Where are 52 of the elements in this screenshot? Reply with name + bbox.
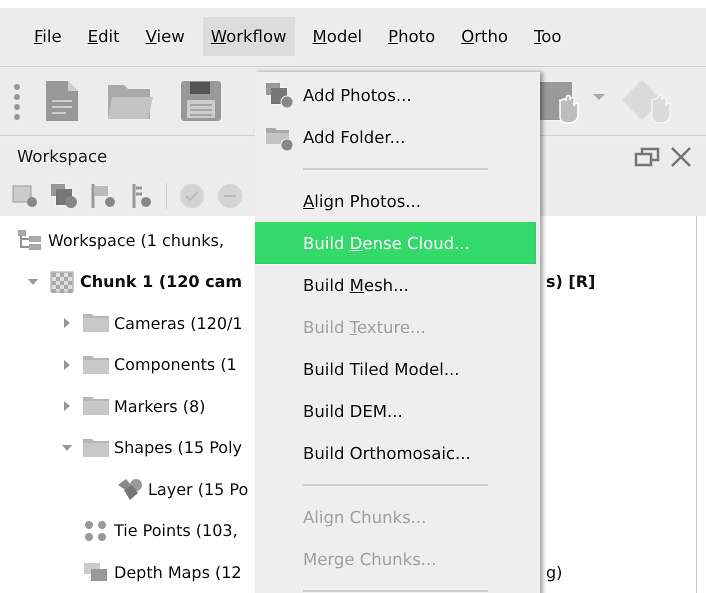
menu-title[interactable]: Too	[526, 17, 570, 56]
tree-item-label[interactable]: Workspace (1 chunks,	[48, 230, 224, 250]
menu-title[interactable]: Edit	[80, 17, 128, 56]
expanded-arrow-icon[interactable]	[61, 444, 73, 452]
menu-item[interactable]: Build Mesh...	[255, 264, 536, 306]
new-document-icon[interactable]	[44, 79, 80, 124]
tree-item-label[interactable]: Tie Points (103,	[114, 521, 238, 540]
tree-item-label[interactable]: Components (1	[114, 355, 237, 374]
check-circle-icon[interactable]	[179, 183, 205, 210]
stacked-layers-icon	[83, 562, 109, 582]
add-flag-icon[interactable]	[90, 183, 118, 210]
tree-item-label[interactable]: Chunk 1 (120 cam	[80, 272, 242, 292]
restore-icon[interactable]	[634, 146, 660, 167]
menu-title[interactable]: File	[26, 17, 70, 56]
collapsed-arrow-icon[interactable]	[63, 400, 71, 412]
dots-icon	[84, 520, 108, 542]
menu-title[interactable]: Model	[304, 17, 370, 56]
menu-item[interactable]: Align Photos...	[255, 180, 536, 222]
tree-item-label[interactable]: Layer (15 Po	[148, 480, 248, 499]
menu-item[interactable]: Build Tiled Model...	[255, 348, 536, 390]
tree-item-label[interactable]: Cameras (120/1	[114, 314, 243, 333]
tree-item-label[interactable]: Depth Maps (12	[114, 562, 242, 582]
menu-item[interactable]: Build DEM...	[255, 390, 536, 432]
add-photos-icon	[265, 82, 295, 110]
workspace-tree-icon	[17, 229, 43, 252]
tree-item-label[interactable]: Shapes (15 Poly	[114, 438, 242, 458]
menu-title[interactable]: Ortho	[453, 17, 516, 56]
menu-title[interactable]: View	[138, 17, 193, 56]
add-chunk-icon[interactable]	[12, 184, 38, 208]
tree-item-label[interactable]: s) [R]	[540, 272, 696, 292]
close-icon[interactable]	[670, 146, 692, 168]
folder-icon	[82, 396, 110, 416]
folder-icon	[82, 313, 110, 334]
menu-item[interactable]: Build Orthomosaic...	[255, 432, 536, 474]
menu-title[interactable]: Photo	[380, 17, 444, 56]
collapsed-arrow-icon[interactable]	[63, 317, 71, 330]
menu-item[interactable]: Add Folder...	[255, 116, 536, 158]
dropdown-caret-icon[interactable]	[592, 93, 606, 102]
folder-icon	[82, 354, 110, 375]
shapes-icon	[116, 477, 144, 502]
menu-title[interactable]: Workflow	[202, 17, 295, 56]
panel-title: Workspace	[17, 147, 108, 166]
tree-item-label[interactable]: Markers (8)	[114, 396, 206, 416]
save-icon[interactable]	[180, 80, 222, 122]
expanded-arrow-icon[interactable]	[27, 278, 39, 286]
tree-item-label[interactable]: g)	[540, 562, 696, 582]
folder-icon	[82, 438, 110, 458]
add-photos-icon[interactable]	[50, 183, 78, 210]
collapsed-arrow-icon[interactable]	[63, 358, 71, 371]
add-scalebar-icon[interactable]	[130, 183, 154, 210]
minus-circle-icon[interactable]	[217, 183, 243, 210]
checker-grid-icon	[50, 270, 74, 293]
